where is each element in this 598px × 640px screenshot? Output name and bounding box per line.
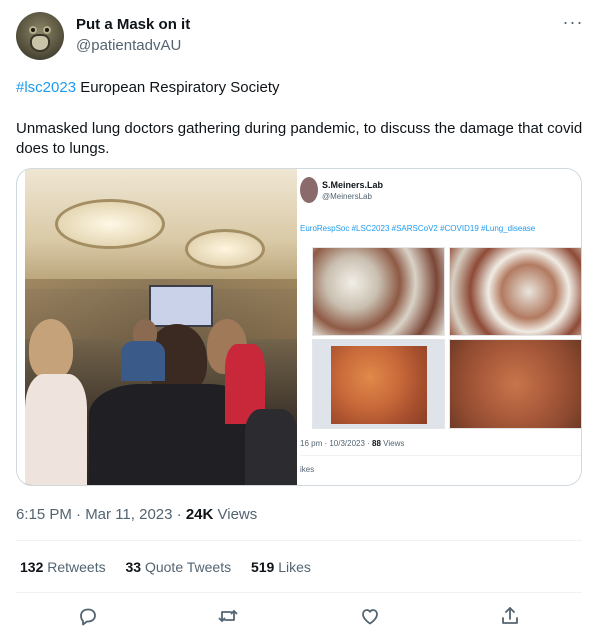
embedded-divider xyxy=(300,455,581,456)
like-icon[interactable] xyxy=(358,604,382,628)
avatar-eye xyxy=(29,26,37,34)
views-label: Views xyxy=(213,506,258,523)
tweet-time[interactable]: 6:15 PM · Mar 11, 2023 · xyxy=(16,506,186,523)
likes-count: 519 xyxy=(250,559,275,575)
lung-tissue-image xyxy=(449,339,581,429)
embedded-likes-label: ikes xyxy=(300,465,315,474)
embedded-meta: 16 pm · 10/3/2023 · 88 Views xyxy=(300,439,404,448)
lung-tissue-image xyxy=(449,247,581,336)
likes-stat[interactable]: 519 Likes xyxy=(251,559,311,575)
divider xyxy=(16,540,582,541)
tweet-text: Unmasked lung doctors gathering during p… xyxy=(16,120,583,157)
lung-tissue-image xyxy=(312,247,445,336)
share-icon[interactable] xyxy=(498,604,522,628)
embedded-handle: @MeinersLab xyxy=(322,192,372,201)
embedded-name: S.Meiners.Lab xyxy=(322,180,384,190)
divider xyxy=(16,592,582,593)
quotes-count: 33 xyxy=(125,559,142,575)
author-display-name[interactable]: Put a Mask on it xyxy=(76,16,190,33)
photo-person xyxy=(25,374,87,485)
tweet-timestamp: 6:15 PM · Mar 11, 2023 · 24K Views xyxy=(16,506,257,523)
photo-person xyxy=(245,409,297,485)
photo-person xyxy=(29,319,73,379)
avatar-mask xyxy=(30,34,50,52)
avatar-eye xyxy=(43,26,51,34)
more-icon[interactable]: ··· xyxy=(560,13,586,35)
photo-person xyxy=(121,341,165,381)
author-handle[interactable]: @patientadvAU xyxy=(76,37,181,54)
author-avatar[interactable] xyxy=(16,12,64,60)
quotes-label: Quote Tweets xyxy=(141,559,232,575)
reply-icon[interactable] xyxy=(76,604,100,628)
hashtag-link[interactable]: #lsc2023 xyxy=(16,79,76,96)
embedded-views-count: 88 xyxy=(372,439,381,448)
embedded-views-label: Views xyxy=(380,439,405,448)
tweet-media[interactable]: S.Meiners.Lab @MeinersLab EuroRespSoc #L… xyxy=(16,168,582,486)
conference-photo[interactable] xyxy=(25,169,297,485)
embedded-meta-time: 16 pm · 10/3/2023 · xyxy=(300,439,373,448)
tweet-first-line: #lsc2023 European Respiratory Society xyxy=(16,78,279,98)
embedded-hashtags: EuroRespSoc #LSC2023 #SARSCoV2 #COVID19 … xyxy=(300,224,536,233)
photo-ceiling-dome xyxy=(55,199,165,249)
quote-tweets-stat[interactable]: 33 Quote Tweets xyxy=(126,559,232,575)
views-count: 24K xyxy=(185,506,214,523)
retweets-stat[interactable]: 132 Retweets xyxy=(20,559,106,575)
action-bar xyxy=(16,604,582,628)
retweets-label: Retweets xyxy=(43,559,106,575)
retweet-icon[interactable] xyxy=(216,604,240,628)
hashtag-suffix-text: European Respiratory Society xyxy=(76,79,280,96)
lung-tissue-image xyxy=(312,339,445,429)
embedded-post-screenshot[interactable]: S.Meiners.Lab @MeinersLab EuroRespSoc #L… xyxy=(298,169,581,485)
embedded-avatar xyxy=(300,177,318,203)
retweets-count: 132 xyxy=(20,559,44,575)
lung-tissue-sample xyxy=(331,346,427,424)
photo-ceiling-dome xyxy=(185,229,265,269)
likes-label: Likes xyxy=(274,559,311,575)
engagement-stats: 132 Retweets 33 Quote Tweets 519 Likes xyxy=(20,559,327,575)
photo-projector-screen xyxy=(149,285,213,327)
